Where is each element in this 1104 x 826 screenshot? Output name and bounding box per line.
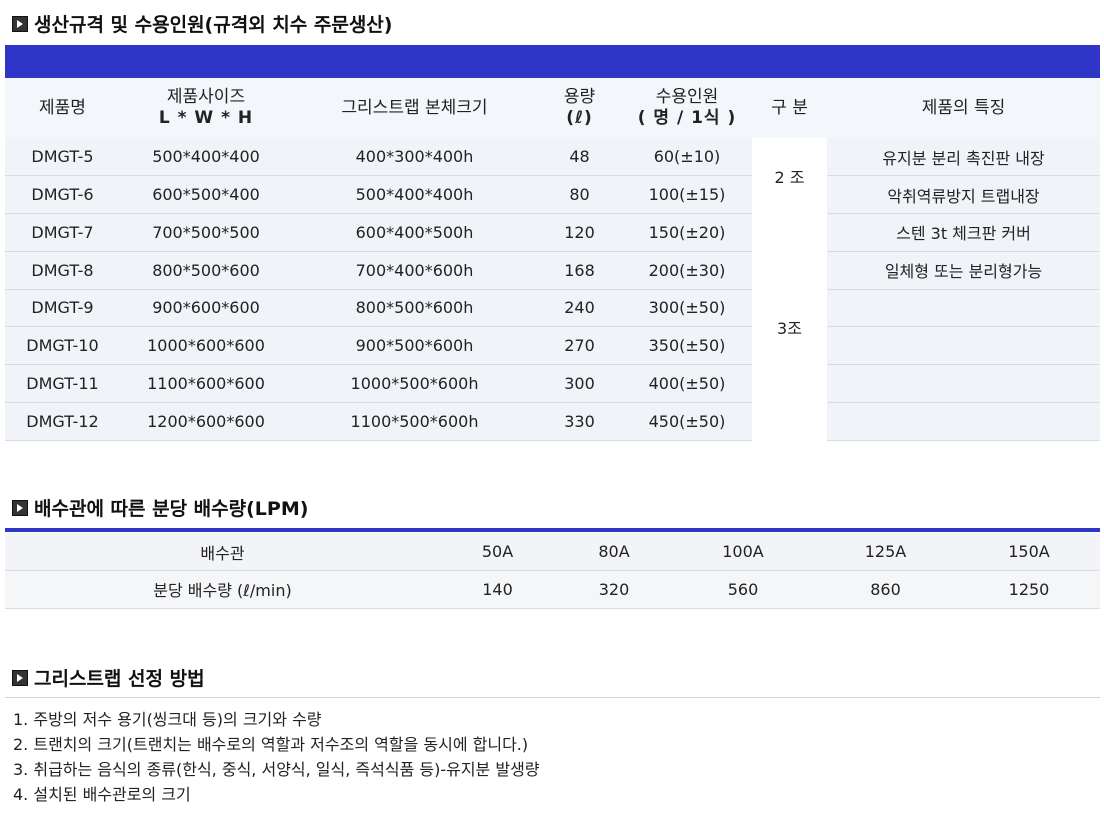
cell-body: 1000*500*600h: [292, 364, 537, 403]
arrow-bullet-icon: [12, 499, 28, 516]
section-spec-heading: 생산규격 및 수용인원(규격외 치수 주문생산): [12, 10, 392, 37]
cell-body: 1100*500*600h: [292, 402, 537, 441]
method-divider: [5, 697, 1100, 698]
cell-capacity: 300: [537, 364, 622, 403]
spec-header-row: 제품명 제품사이즈 L * W * H 그리스트랩 본체크기 용량 (ℓ) 수용인원…: [5, 78, 1100, 138]
cell-body: 800*500*600h: [292, 289, 537, 328]
cell-name: DMGT-8: [5, 251, 120, 290]
cell-size: 600*500*400: [120, 175, 292, 214]
cell-size: 800*500*600: [120, 251, 292, 290]
table-row: DMGT-8 800*500*600 700*400*600h 168 200(…: [5, 251, 1100, 290]
cell-feature-empty: [827, 364, 1100, 403]
flow-row-pipes: 배수관 50A 80A 100A 125A 150A: [5, 533, 1100, 571]
flow-rate: 320: [555, 570, 673, 609]
flow-row-label: 분당 배수량 (ℓ/min): [5, 570, 440, 609]
header-size: 제품사이즈 L * W * H: [158, 87, 254, 128]
cell-name: DMGT-12: [5, 402, 120, 441]
cell-people: 350(±50): [622, 326, 752, 365]
cell-name: DMGT-10: [5, 326, 120, 365]
cell-type-group: 2 조: [752, 138, 827, 214]
pipe-size: 80A: [555, 533, 673, 571]
cell-name: DMGT-11: [5, 364, 120, 403]
header-type: 구 분: [771, 97, 808, 118]
cell-name: DMGT-5: [5, 138, 120, 177]
cell-capacity: 270: [537, 326, 622, 365]
list-item: 1. 주방의 저수 용기(씽크대 등)의 크기와 수량: [13, 710, 322, 729]
table-row: DMGT-11 1100*600*600 1000*500*600h 300 4…: [5, 364, 1100, 403]
cell-size: 1200*600*600: [120, 402, 292, 441]
cell-body: 400*300*400h: [292, 138, 537, 177]
cell-body: 500*400*400h: [292, 175, 537, 214]
flow-row-rates: 분당 배수량 (ℓ/min) 140 320 560 860 1250: [5, 570, 1100, 609]
table-row: DMGT-5 500*400*400 400*300*400h 48 60(±1…: [5, 138, 1100, 214]
list-item: 2. 트랜치의 크기(트랜치는 배수로의 역할과 저수조의 역할을 동시에 합니…: [13, 735, 529, 754]
cell-feature: 유지분 분리 촉진판 내장: [827, 138, 1100, 177]
arrow-bullet-icon: [12, 669, 28, 686]
cell-size: 900*600*600: [120, 289, 292, 328]
list-item: 4. 설치된 배수관로의 크기: [13, 785, 191, 804]
table-row: DMGT-10 1000*600*600 900*500*600h 270 35…: [5, 326, 1100, 365]
cell-name: DMGT-6: [5, 175, 120, 214]
cell-capacity: 80: [537, 175, 622, 214]
cell-people: 300(±50): [622, 289, 752, 328]
cell-body: 700*400*600h: [292, 251, 537, 290]
pipe-size: 125A: [813, 533, 958, 571]
cell-capacity: 240: [537, 289, 622, 328]
header-name: 제품명: [39, 97, 86, 118]
cell-people: 60(±10): [622, 138, 752, 177]
pipe-size: 100A: [673, 533, 813, 571]
table-row: DMGT-9 900*600*600 800*500*600h 240 300(…: [5, 289, 1100, 328]
section-flow-heading: 배수관에 따른 분당 배수량(LPM): [12, 494, 308, 521]
cell-size: 500*400*400: [120, 138, 292, 177]
cell-people: 150(±20): [622, 213, 752, 252]
flow-table-topline: [5, 528, 1100, 532]
pipe-size: 150A: [958, 533, 1100, 571]
cell-feature: 악취역류방지 트랩내장: [827, 175, 1100, 214]
method-list: 1. 주방의 저수 용기(씽크대 등)의 크기와 수량 2. 트랜치의 크기(트…: [13, 707, 540, 807]
table-row: DMGT-6 600*500*400 500*400*400h 80 100(±…: [5, 175, 1100, 214]
arrow-bullet-icon: [12, 15, 28, 32]
flow-rate: 140: [440, 570, 555, 609]
cell-name: DMGT-7: [5, 213, 120, 252]
flow-rate: 860: [813, 570, 958, 609]
flow-rate: 1250: [958, 570, 1100, 609]
header-capacity: 용량 (ℓ): [563, 87, 596, 128]
table-row: DMGT-12 1200*600*600 1100*500*600h 330 4…: [5, 402, 1100, 441]
cell-body: 600*400*500h: [292, 213, 537, 252]
cell-feature: 스텐 3t 체크판 커버: [827, 213, 1100, 252]
cell-feature-empty: [827, 326, 1100, 365]
section-spec-title: 생산규격 및 수용인원(규격외 치수 주문생산): [34, 14, 393, 36]
section-method-heading: 그리스트랩 선정 방법: [12, 664, 205, 691]
section-flow-title: 배수관에 따른 분당 배수량(LPM): [34, 498, 309, 520]
cell-body: 900*500*600h: [292, 326, 537, 365]
spec-table-topbar: [5, 45, 1100, 78]
section-method-title: 그리스트랩 선정 방법: [34, 668, 205, 690]
cell-capacity: 48: [537, 138, 622, 177]
cell-capacity: 168: [537, 251, 622, 290]
flow-rate: 560: [673, 570, 813, 609]
spec-table: 제품명 제품사이즈 L * W * H 그리스트랩 본체크기 용량 (ℓ) 수용인원…: [5, 78, 1100, 441]
pipe-size: 50A: [440, 533, 555, 571]
header-body-size: 그리스트랩 본체크기: [341, 97, 488, 118]
table-row: DMGT-7 700*500*500 600*400*500h 120 150(…: [5, 213, 1100, 440]
cell-capacity: 120: [537, 213, 622, 252]
cell-people: 400(±50): [622, 364, 752, 403]
list-item: 3. 취급하는 음식의 종류(한식, 중식, 서양식, 일식, 즉석식품 등)-…: [13, 760, 540, 779]
cell-capacity: 330: [537, 402, 622, 441]
cell-size: 1100*600*600: [120, 364, 292, 403]
cell-size: 1000*600*600: [120, 326, 292, 365]
cell-feature-empty: [827, 402, 1100, 441]
cell-people: 100(±15): [622, 175, 752, 214]
header-features: 제품의 특징: [921, 97, 1006, 118]
cell-type-group: 3조: [752, 213, 827, 440]
flow-table: 배수관 50A 80A 100A 125A 150A 분당 배수량 (ℓ/min…: [5, 533, 1100, 609]
cell-name: DMGT-9: [5, 289, 120, 328]
cell-feature-empty: [827, 289, 1100, 328]
cell-size: 700*500*500: [120, 213, 292, 252]
cell-feature: 일체형 또는 분리형가능: [827, 251, 1100, 290]
header-people: 수용인원( 명 / 1식 ): [637, 87, 737, 128]
flow-row-label: 배수관: [5, 533, 440, 571]
cell-people: 450(±50): [622, 402, 752, 441]
cell-people: 200(±30): [622, 251, 752, 290]
